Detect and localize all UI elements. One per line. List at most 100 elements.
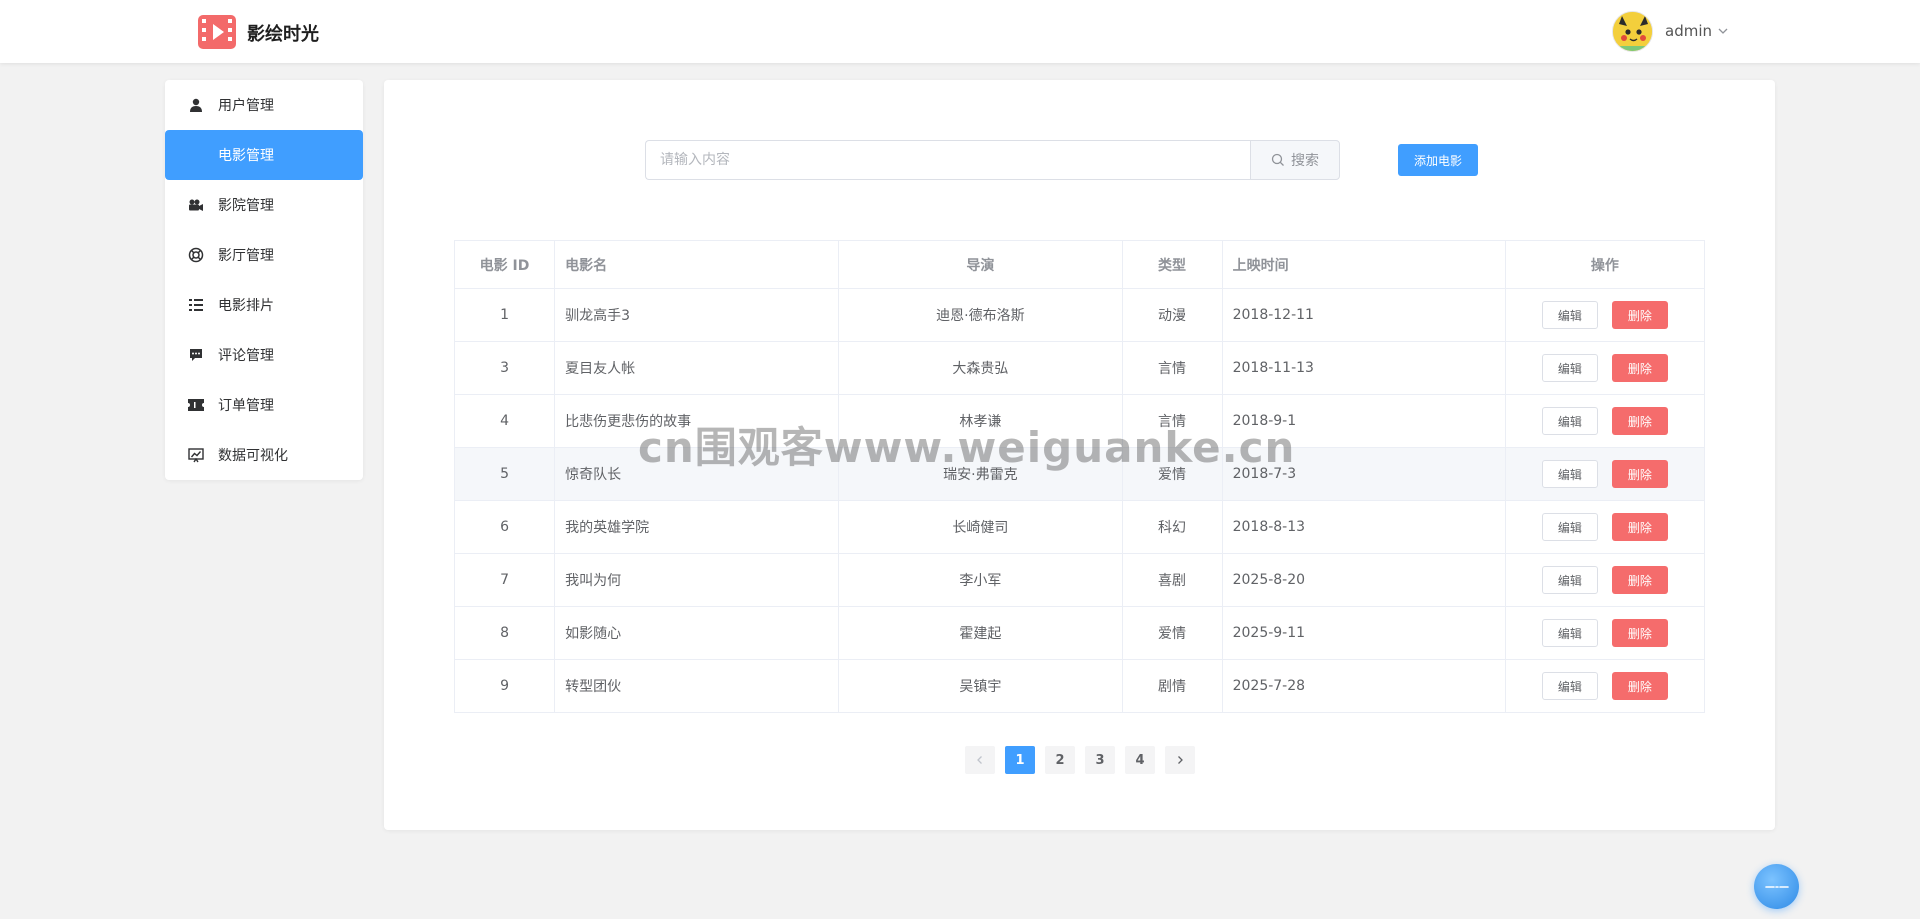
cell-actions: 编辑 删除 [1504,606,1706,660]
user-icon [187,96,205,114]
delete-button[interactable]: 删除 [1611,566,1668,594]
sidebar-item-label: 影院管理 [218,198,274,214]
next-page-button[interactable] [1165,746,1195,774]
cell-type: 言情 [1121,394,1223,448]
edit-button[interactable]: 编辑 [1541,354,1598,382]
cell-type: 言情 [1121,341,1223,395]
avatar[interactable] [1612,11,1653,52]
chevron-left-icon [977,756,982,764]
sidebar-item-cinemas[interactable]: 影院管理 [165,180,363,230]
cell-type: 动漫 [1121,288,1223,342]
cell-director: 瑞安·弗雷克 [838,447,1123,501]
sidebar-item-comments[interactable]: 评论管理 [165,330,363,380]
table-row: 3 夏目友人帐 大森贵弘 言情 2018-11-13 编辑 删除 [453,341,1706,395]
sidebar-item-label: 电影排片 [218,298,274,314]
cell-director: 李小军 [838,553,1123,607]
main-panel: 搜索 添加电影 电影 ID 电影名 导演 类型 上映时间 操作 1 驯龙高手3 … [384,80,1775,830]
cell-name: 转型团伙 [554,659,840,713]
cell-name: 如影随心 [554,606,840,660]
edit-button[interactable]: 编辑 [1541,407,1598,435]
floating-action-button[interactable] [1754,864,1799,909]
logo-icon [198,15,236,49]
search-button[interactable]: 搜索 [1250,140,1340,180]
table-row: 5 惊奇队长 瑞安·弗雷克 爱情 2018-7-3 编辑 删除 [453,447,1706,501]
delete-button[interactable]: 删除 [1611,513,1668,541]
edit-button[interactable]: 编辑 [1541,460,1598,488]
cell-id: 1 [453,288,556,342]
chevron-right-icon [1178,756,1183,764]
delete-button[interactable]: 删除 [1611,672,1668,700]
sidebar-item-movies[interactable]: 电影管理 [165,130,363,180]
film-icon [187,146,205,164]
column-header-type: 类型 [1121,240,1223,289]
cell-name: 我叫为何 [554,553,840,607]
sidebar-item-orders[interactable]: 订单管理 [165,380,363,430]
edit-button[interactable]: 编辑 [1541,301,1598,329]
cell-release-date: 2025-9-11 [1221,606,1506,660]
cell-id: 4 [453,394,556,448]
cell-name: 夏目友人帐 [554,341,840,395]
username[interactable]: admin [1665,22,1712,40]
cell-name: 驯龙高手3 [554,288,840,342]
edit-button[interactable]: 编辑 [1541,672,1598,700]
edit-button[interactable]: 编辑 [1541,513,1598,541]
table-row: 1 驯龙高手3 迪恩·德布洛斯 动漫 2018-12-11 编辑 删除 [453,288,1706,342]
page-button-3[interactable]: 3 [1085,746,1115,774]
page-button-4[interactable]: 4 [1125,746,1155,774]
cell-release-date: 2025-7-28 [1221,659,1506,713]
page-button-2[interactable]: 2 [1045,746,1075,774]
pagination: 1 2 3 4 [965,746,1205,774]
sidebar: 用户管理 电影管理 影院管理 影厅管理 电影排片 评论管理 订单管理 数据可视化 [165,80,363,480]
sidebar-item-label: 影厅管理 [218,248,274,264]
brand-title: 影绘时光 [247,24,319,45]
chevron-down-icon[interactable] [1716,24,1730,38]
sidebar-item-users[interactable]: 用户管理 [165,80,363,130]
table-header-row: 电影 ID 电影名 导演 类型 上映时间 操作 [453,240,1706,289]
delete-button[interactable]: 删除 [1611,407,1668,435]
cell-director: 长崎健司 [838,500,1123,554]
cell-type: 喜剧 [1121,553,1223,607]
sidebar-item-schedule[interactable]: 电影排片 [165,280,363,330]
avatar-image-icon [1613,12,1652,51]
sidebar-item-data-visualization[interactable]: 数据可视化 [165,430,363,480]
column-header-release-date: 上映时间 [1221,240,1506,289]
column-header-id: 电影 ID [453,240,556,289]
dash-icon [1764,885,1789,888]
search-input[interactable] [645,140,1251,180]
delete-button[interactable]: 删除 [1611,354,1668,382]
cell-type: 爱情 [1121,606,1223,660]
add-movie-button[interactable]: 添加电影 [1398,144,1478,176]
cell-actions: 编辑 删除 [1504,553,1706,607]
cell-release-date: 2018-7-3 [1221,447,1506,501]
prev-page-button[interactable] [965,746,995,774]
page-button-1[interactable]: 1 [1005,746,1035,774]
edit-button[interactable]: 编辑 [1541,619,1598,647]
table-row: 6 我的英雄学院 长崎健司 科幻 2018-8-13 编辑 删除 [453,500,1706,554]
cell-release-date: 2018-11-13 [1221,341,1506,395]
cell-name: 我的英雄学院 [554,500,840,554]
list-icon [187,296,205,314]
cell-actions: 编辑 删除 [1504,288,1706,342]
top-header: 影绘时光 admin [0,0,1920,63]
cell-name: 惊奇队长 [554,447,840,501]
sidebar-item-label: 用户管理 [218,98,274,114]
column-header-actions: 操作 [1504,240,1706,289]
edit-button[interactable]: 编辑 [1541,566,1598,594]
cell-actions: 编辑 删除 [1504,394,1706,448]
cell-type: 剧情 [1121,659,1223,713]
cell-name: 比悲伤更悲伤的故事 [554,394,840,448]
sidebar-item-halls[interactable]: 影厅管理 [165,230,363,280]
column-header-name: 电影名 [554,240,840,289]
table-row: 4 比悲伤更悲伤的故事 林孝谦 言情 2018-9-1 编辑 删除 [453,394,1706,448]
lifebuoy-icon [187,246,205,264]
delete-button[interactable]: 删除 [1611,619,1668,647]
column-header-director: 导演 [838,240,1123,289]
delete-button[interactable]: 删除 [1611,301,1668,329]
cell-id: 5 [453,447,556,501]
cell-release-date: 2025-8-20 [1221,553,1506,607]
cell-release-date: 2018-12-11 [1221,288,1506,342]
delete-button[interactable]: 删除 [1611,460,1668,488]
camera-icon [187,196,205,214]
cell-release-date: 2018-9-1 [1221,394,1506,448]
cell-actions: 编辑 删除 [1504,659,1706,713]
